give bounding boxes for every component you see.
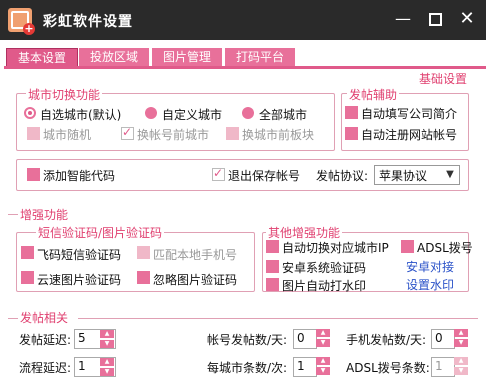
stepper-up-icon[interactable]: ▲ (454, 329, 468, 337)
checkbox-android-captcha-label: 安卓系统验证码 (282, 261, 367, 275)
radio-all-cities-label: 全部城市 (259, 108, 308, 122)
window-title: 彩虹软件设置 (43, 14, 133, 30)
stepper-up-icon[interactable]: ▲ (316, 329, 330, 337)
per-city-count-label: 每城市条数/次: (207, 361, 288, 375)
checkbox-switch-account-city-label: 换帐号前城市 (137, 128, 210, 142)
checkbox-adsl-dial-label: ADSL拨号 (417, 241, 473, 255)
posting-divider-right (78, 318, 478, 319)
stepper-down-icon[interactable]: ▼ (100, 340, 114, 348)
checkbox-random-city-label: 城市随机 (43, 128, 92, 142)
post-assist-legend: 发帖辅助 (347, 86, 400, 103)
protocol-label: 发帖协议: (316, 169, 369, 183)
flow-delay-stepper[interactable]: 1 ▲ ▼ (74, 357, 116, 377)
account-posts-per-day-value: 0 (297, 331, 305, 345)
checkbox-auto-switch-ip-label: 自动切换对应城市IP (282, 241, 389, 255)
flow-delay-label: 流程延迟: (19, 361, 72, 375)
adsl-dial-count-value: 1 (435, 359, 443, 373)
tab-image-management[interactable]: 图片管理 (152, 48, 222, 66)
stepper-down-icon[interactable]: ▼ (316, 367, 330, 375)
adsl-dial-count-buttons[interactable]: ▲ ▼ (454, 357, 469, 375)
radio-custom-city[interactable] (145, 107, 157, 119)
checkbox-adsl-dial[interactable] (401, 240, 414, 253)
link-android-connect[interactable]: 安卓对接 (406, 258, 454, 275)
post-delay-stepper[interactable]: 5 ▲ ▼ (74, 329, 116, 349)
checkbox-auto-watermark-label: 图片自动打水印 (282, 279, 367, 293)
checkbox-add-smart-code[interactable] (27, 168, 40, 181)
tab-basic-settings[interactable]: 基本设置 (6, 48, 78, 68)
checkbox-auto-fill-company-label: 自动填写公司简介 (361, 107, 458, 121)
enhanced-divider (8, 214, 18, 215)
checkbox-exit-save-account-label: 退出保存帐号 (228, 169, 301, 183)
stepper-up-icon[interactable]: ▲ (454, 357, 468, 365)
checkbox-match-local-phone[interactable] (137, 246, 150, 259)
checkbox-add-smart-code-label: 添加智能代码 (43, 169, 116, 183)
account-posts-per-day-label: 帐号发帖数/天: (207, 333, 288, 347)
post-delay-label: 发帖延迟: (19, 333, 72, 347)
per-city-count-buttons[interactable]: ▲ ▼ (316, 357, 331, 375)
stepper-down-icon[interactable]: ▼ (454, 339, 468, 347)
basic-settings-label: 基础设置 (419, 72, 468, 86)
per-city-count-stepper[interactable]: 1 (293, 357, 317, 377)
checkbox-feima-sms[interactable] (21, 246, 34, 259)
protocol-select-value: 苹果协议 (379, 169, 428, 183)
stepper-down-icon[interactable]: ▼ (454, 367, 468, 375)
checkbox-ignore-image-label: 忽略图片验证码 (153, 273, 238, 287)
phone-posts-per-day-stepper[interactable]: 0 (431, 329, 455, 349)
checkbox-switch-account-city[interactable] (121, 125, 134, 140)
flow-delay-value: 1 (78, 359, 86, 373)
checkbox-auto-register[interactable] (345, 127, 358, 140)
radio-selected-city-label: 自选城市(默认) (40, 108, 122, 122)
radio-custom-city-label: 自定义城市 (162, 108, 223, 122)
city-switch-legend: 城市切换功能 (26, 86, 103, 103)
checkbox-auto-watermark[interactable] (266, 278, 279, 291)
checkbox-yunsu-image-label: 云速图片验证码 (37, 273, 122, 287)
stepper-up-icon[interactable]: ▲ (100, 330, 114, 338)
checkbox-auto-switch-ip[interactable] (266, 240, 279, 253)
account-posts-per-day-buttons[interactable]: ▲ ▼ (316, 329, 331, 347)
phone-posts-per-day-label: 手机发帖数/天: (346, 333, 427, 347)
captcha-legend: 短信验证码/图片验证码 (36, 224, 165, 241)
checkbox-auto-fill-company[interactable] (345, 106, 358, 119)
close-icon[interactable]: ✕ (456, 8, 478, 30)
radio-selected-city[interactable] (24, 107, 36, 119)
maximize-icon[interactable] (424, 8, 446, 30)
checkbox-feima-sms-label: 飞码短信验证码 (37, 248, 122, 262)
tab-captcha-platform[interactable]: 打码平台 (225, 48, 295, 66)
minimize-icon[interactable]: — (392, 8, 414, 30)
adsl-dial-count-label: ADSL拨号条数: (346, 361, 430, 375)
phone-posts-per-day-value: 0 (435, 331, 443, 345)
checkbox-yunsu-image[interactable] (21, 271, 34, 284)
phone-posts-per-day-buttons[interactable]: ▲ ▼ (454, 329, 469, 347)
checkbox-random-city[interactable] (27, 127, 40, 140)
link-set-watermark[interactable]: 设置水印 (406, 276, 454, 293)
title-bar: + 彩虹软件设置 — ✕ (0, 0, 486, 40)
checkbox-ignore-image[interactable] (137, 271, 150, 284)
posting-title: 发帖相关 (20, 311, 69, 325)
tab-underline (4, 66, 486, 69)
checkbox-match-local-phone-label: 匹配本地手机号 (153, 248, 238, 262)
app-icon: + (8, 8, 35, 35)
protocol-select[interactable]: 苹果协议 ▼ (374, 165, 460, 185)
stepper-up-icon[interactable]: ▲ (100, 358, 114, 366)
adsl-dial-count-stepper[interactable]: 1 (431, 357, 455, 377)
enhanced-title: 增强功能 (20, 208, 69, 222)
per-city-count-value: 1 (297, 359, 305, 373)
checkbox-switch-city-board-label: 换城市前板块 (242, 128, 315, 142)
radio-all-cities[interactable] (242, 107, 254, 119)
checkbox-auto-register-label: 自动注册网站帐号 (361, 128, 458, 142)
tab-delivery-area[interactable]: 投放区域 (79, 48, 149, 66)
checkbox-android-captcha[interactable] (266, 260, 279, 273)
posting-divider (8, 318, 18, 319)
stepper-down-icon[interactable]: ▼ (316, 339, 330, 347)
checkbox-switch-city-board[interactable] (226, 127, 239, 140)
checkbox-exit-save-account[interactable] (212, 166, 225, 181)
stepper-up-icon[interactable]: ▲ (316, 357, 330, 365)
chevron-down-icon: ▼ (446, 169, 454, 180)
account-posts-per-day-stepper[interactable]: 0 (293, 329, 317, 349)
post-delay-value: 5 (78, 331, 86, 345)
